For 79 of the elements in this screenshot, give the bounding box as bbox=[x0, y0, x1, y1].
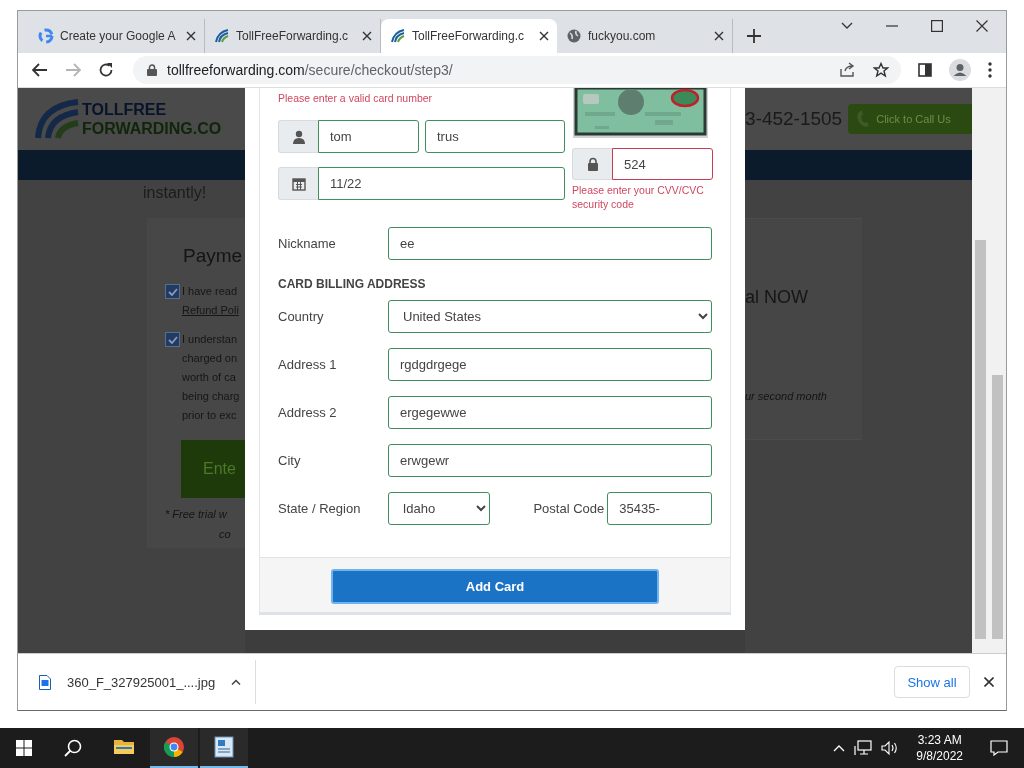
tab-title: fuckyou.com bbox=[588, 28, 657, 43]
chevron-up-icon[interactable] bbox=[833, 744, 846, 752]
chrome-icon bbox=[163, 736, 185, 758]
tab-title: TollFreeForwarding.c bbox=[236, 28, 350, 43]
tab-title: TollFreeForwarding.c bbox=[412, 28, 526, 43]
document-icon bbox=[213, 736, 235, 758]
clock-date[interactable]: 9/8/2022 bbox=[916, 748, 963, 764]
swoosh-icon bbox=[214, 27, 230, 44]
show-all-button[interactable]: Show all bbox=[894, 666, 970, 699]
input-field[interactable]: 35435- bbox=[607, 492, 712, 526]
field-label: State / Region bbox=[278, 501, 362, 517]
menu-icon[interactable] bbox=[988, 62, 992, 79]
lock-icon bbox=[147, 64, 157, 77]
taskbar-app[interactable] bbox=[150, 728, 198, 768]
field-label: Postal Code bbox=[533, 501, 606, 517]
url-path: /secure/checkout/step3/ bbox=[304, 62, 453, 79]
close-icon[interactable] bbox=[362, 30, 372, 41]
input-field[interactable]: rgdgdrgege bbox=[388, 348, 712, 382]
taskbar-app[interactable] bbox=[200, 728, 248, 768]
browser-tab[interactable]: fuckyou.com bbox=[557, 18, 733, 53]
reload-icon[interactable] bbox=[98, 62, 114, 79]
sidebar-icon[interactable] bbox=[918, 63, 932, 78]
swoosh-logo-icon bbox=[34, 98, 80, 141]
volume-icon[interactable] bbox=[881, 740, 900, 756]
error-text: Please enter your CVV/CVC security code bbox=[572, 183, 705, 212]
input-field[interactable]: 11/22 bbox=[318, 167, 565, 201]
field-label: Address 1 bbox=[278, 357, 338, 373]
profile-icon[interactable] bbox=[949, 59, 971, 82]
person-icon bbox=[291, 129, 306, 144]
close-icon[interactable] bbox=[539, 30, 549, 41]
check-icon bbox=[167, 287, 178, 296]
input-field[interactable]: ergegewwe bbox=[388, 396, 712, 430]
close-icon[interactable] bbox=[186, 30, 196, 41]
share-icon[interactable] bbox=[839, 62, 855, 79]
input-field[interactable]: erwgewr bbox=[388, 444, 712, 478]
calendar-icon bbox=[291, 176, 306, 191]
check-icon bbox=[167, 335, 178, 344]
windows-start-icon[interactable] bbox=[16, 740, 32, 756]
address-bar[interactable]: tollfreeforwarding.com/secure/checkout/step3/ bbox=[133, 56, 901, 85]
download-item[interactable]: 360_F_327925001_....jpg bbox=[39, 674, 239, 690]
input-field[interactable]: tom bbox=[318, 120, 419, 154]
error-text: Please enter a valid card number bbox=[278, 91, 434, 107]
search-icon[interactable] bbox=[64, 739, 82, 757]
maximize-icon[interactable] bbox=[931, 20, 943, 32]
plus-icon[interactable] bbox=[747, 28, 761, 43]
star-icon[interactable] bbox=[873, 62, 889, 79]
logo-text: FORWARDING.CO bbox=[82, 119, 222, 139]
browser-tab[interactable]: TollFreeForwarding.c bbox=[381, 18, 557, 53]
input-field[interactable]: 524 bbox=[612, 148, 713, 181]
tab-title: Create your Google A bbox=[60, 28, 177, 43]
back-arrow-icon[interactable] bbox=[32, 63, 48, 78]
close-icon[interactable] bbox=[984, 677, 994, 688]
input-field[interactable]: trus bbox=[425, 120, 565, 154]
field-label: City bbox=[278, 453, 302, 469]
input-field[interactable]: ee bbox=[388, 227, 712, 261]
notification-icon[interactable] bbox=[990, 740, 1008, 756]
caret-up-icon[interactable] bbox=[231, 679, 242, 686]
close-icon[interactable] bbox=[714, 30, 724, 41]
checkbox[interactable] bbox=[165, 284, 180, 300]
chevron-down-icon[interactable] bbox=[841, 22, 853, 30]
select-field[interactable]: Idaho bbox=[387, 492, 491, 526]
swoosh-icon bbox=[390, 27, 406, 44]
close-icon[interactable] bbox=[976, 20, 988, 32]
google-icon bbox=[38, 27, 54, 44]
image-file-icon bbox=[39, 674, 51, 690]
clock-time[interactable]: 3:23 AM bbox=[917, 732, 962, 748]
network-icon[interactable] bbox=[854, 740, 873, 756]
add-card-button[interactable]: Add Card bbox=[331, 568, 659, 604]
lock-icon bbox=[585, 157, 600, 172]
globe-icon bbox=[566, 27, 582, 44]
select-field[interactable]: United States bbox=[388, 300, 712, 334]
section-heading: CARD BILLING ADDRESS bbox=[278, 277, 427, 293]
browser-tab[interactable]: Create your Google A bbox=[29, 18, 205, 53]
url-host: tollfreeforwarding.com bbox=[167, 62, 305, 79]
logo-text: TOLLFREE bbox=[82, 100, 168, 120]
field-label: Country bbox=[278, 309, 325, 325]
checkbox[interactable] bbox=[165, 332, 180, 348]
field-label: Address 2 bbox=[278, 405, 338, 421]
field-label: Nickname bbox=[278, 236, 337, 252]
